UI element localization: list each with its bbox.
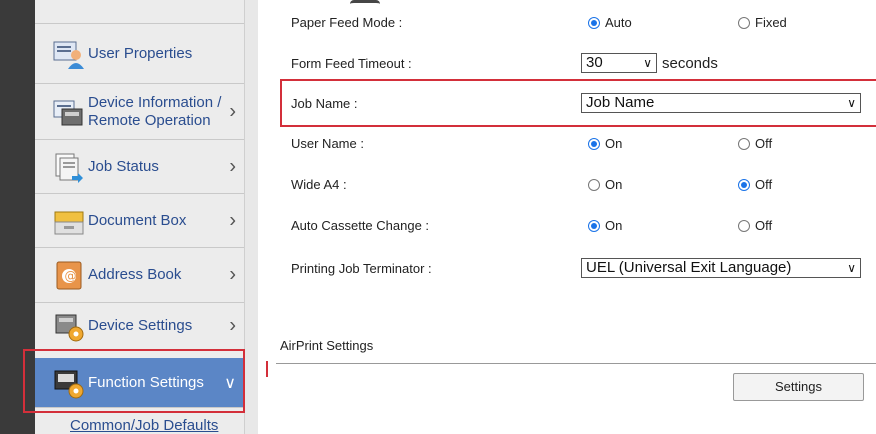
chevron-right-icon: › <box>229 100 236 122</box>
paper-feed-mode-auto-radio[interactable]: Auto <box>588 15 632 30</box>
document-box-icon <box>52 204 86 238</box>
form-feed-timeout-select[interactable]: 30 ∨ <box>581 53 657 73</box>
sidebar-item-label: User Properties <box>88 44 193 62</box>
sidebar-item-label: Device Information / Remote Operation <box>88 93 222 129</box>
sidebar-item-label: Job Status <box>88 157 159 175</box>
sidebar-item-label: Document Box <box>88 211 187 229</box>
sidebar-top-spacer <box>35 0 244 24</box>
chevron-right-icon: › <box>229 209 236 231</box>
airprint-divider <box>276 363 876 364</box>
job-status-icon <box>52 150 86 184</box>
chevron-down-icon: ∨ <box>847 96 856 110</box>
printing-job-terminator-label: Printing Job Terminator : <box>291 261 432 276</box>
wide-a4-off-radio[interactable]: Off <box>738 177 772 192</box>
sidebar-item-document-box[interactable]: Document Box › <box>35 194 244 248</box>
sidebar-sub-link-common-job-defaults[interactable]: Common/Job Defaults <box>70 417 218 434</box>
auto-cassette-change-on-radio[interactable]: On <box>588 218 622 233</box>
paper-feed-mode-label: Paper Feed Mode : <box>291 15 403 30</box>
address-book-icon: @ <box>52 258 86 292</box>
device-information-icon <box>52 95 86 129</box>
highlight-function-settings <box>23 349 245 413</box>
paper-feed-mode-fixed-radio[interactable]: Fixed <box>738 15 787 30</box>
sidebar-item-job-status[interactable]: Job Status › <box>35 140 244 194</box>
form-feed-timeout-unit: seconds <box>662 55 718 72</box>
wide-a4-label: Wide A4 : <box>291 177 347 192</box>
page-title-fragment <box>350 0 380 8</box>
sidebar-item-device-settings[interactable]: Device Settings › <box>35 303 244 350</box>
job-name-label: Job Name : <box>291 96 358 111</box>
sidebar-item-label: Device Settings <box>88 317 193 334</box>
chevron-down-icon: ∨ <box>643 56 652 70</box>
form-feed-timeout-label: Form Feed Timeout : <box>291 56 412 71</box>
user-name-on-radio[interactable]: On <box>588 136 622 151</box>
user-properties-icon <box>52 37 86 71</box>
airprint-settings-button[interactable]: Settings <box>733 373 864 401</box>
airprint-settings-heading: AirPrint Settings <box>280 338 374 353</box>
auto-cassette-change-label: Auto Cassette Change : <box>291 218 430 233</box>
chevron-down-icon: ∨ <box>847 261 856 275</box>
sidebar-item-device-information[interactable]: Device Information / Remote Operation › <box>35 84 244 140</box>
user-name-label: User Name : <box>291 136 364 151</box>
device-settings-icon <box>52 309 86 343</box>
chevron-right-icon: › <box>229 314 236 337</box>
user-name-off-radio[interactable]: Off <box>738 136 772 151</box>
sidebar-item-user-properties[interactable]: User Properties <box>35 24 244 84</box>
sidebar-scroll-strip <box>244 0 258 434</box>
wide-a4-on-radio[interactable]: On <box>588 177 622 192</box>
chevron-right-icon: › <box>229 155 236 177</box>
auto-cassette-change-off-radio[interactable]: Off <box>738 218 772 233</box>
highlight-marker <box>266 361 268 377</box>
job-name-select[interactable]: Job Name ∨ <box>581 93 861 113</box>
sidebar-item-address-book[interactable]: @ Address Book › <box>35 248 244 303</box>
svg-text:@: @ <box>65 269 77 283</box>
printing-job-terminator-select[interactable]: UEL (Universal Exit Language) ∨ <box>581 258 861 278</box>
sidebar-item-label: Address Book <box>88 266 182 283</box>
chevron-right-icon: › <box>229 263 236 286</box>
